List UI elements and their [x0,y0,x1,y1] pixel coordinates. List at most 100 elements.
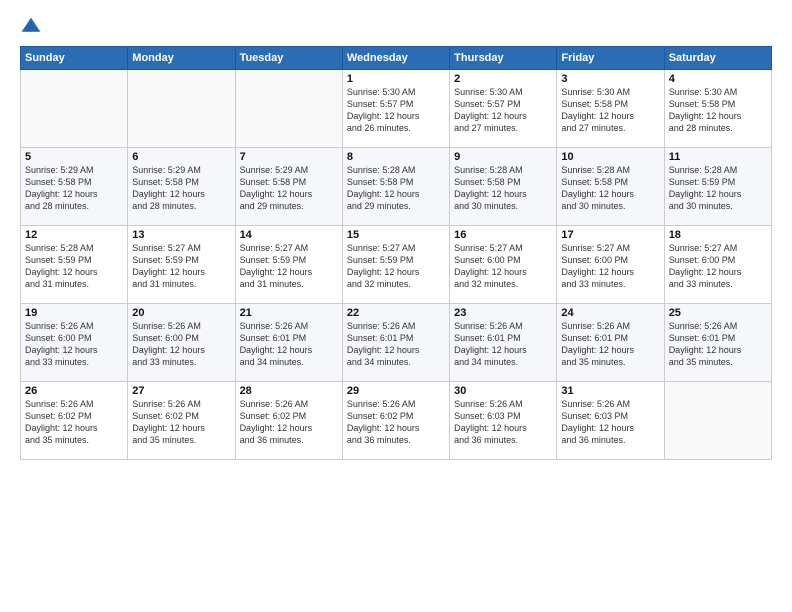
day-info: Sunrise: 5:26 AM Sunset: 6:02 PM Dayligh… [132,398,230,447]
calendar-cell: 4Sunrise: 5:30 AM Sunset: 5:58 PM Daylig… [664,70,771,148]
day-number: 28 [240,385,338,397]
calendar-cell: 23Sunrise: 5:26 AM Sunset: 6:01 PM Dayli… [450,304,557,382]
week-row-0: 1Sunrise: 5:30 AM Sunset: 5:57 PM Daylig… [21,70,772,148]
day-number: 12 [25,229,123,241]
weekday-monday: Monday [128,47,235,70]
calendar-cell: 26Sunrise: 5:26 AM Sunset: 6:02 PM Dayli… [21,382,128,460]
day-info: Sunrise: 5:27 AM Sunset: 5:59 PM Dayligh… [132,242,230,291]
day-number: 13 [132,229,230,241]
day-info: Sunrise: 5:26 AM Sunset: 6:03 PM Dayligh… [561,398,659,447]
day-info: Sunrise: 5:30 AM Sunset: 5:58 PM Dayligh… [669,86,767,135]
day-number: 3 [561,73,659,85]
calendar-cell: 14Sunrise: 5:27 AM Sunset: 5:59 PM Dayli… [235,226,342,304]
day-info: Sunrise: 5:26 AM Sunset: 6:02 PM Dayligh… [240,398,338,447]
weekday-header-row: SundayMondayTuesdayWednesdayThursdayFrid… [21,47,772,70]
calendar-cell: 25Sunrise: 5:26 AM Sunset: 6:01 PM Dayli… [664,304,771,382]
day-number: 22 [347,307,445,319]
day-info: Sunrise: 5:27 AM Sunset: 5:59 PM Dayligh… [347,242,445,291]
calendar-cell [235,70,342,148]
week-row-4: 26Sunrise: 5:26 AM Sunset: 6:02 PM Dayli… [21,382,772,460]
day-number: 21 [240,307,338,319]
calendar-cell: 29Sunrise: 5:26 AM Sunset: 6:02 PM Dayli… [342,382,449,460]
day-number: 4 [669,73,767,85]
calendar-cell: 8Sunrise: 5:28 AM Sunset: 5:58 PM Daylig… [342,148,449,226]
day-number: 16 [454,229,552,241]
day-number: 1 [347,73,445,85]
calendar-cell: 20Sunrise: 5:26 AM Sunset: 6:00 PM Dayli… [128,304,235,382]
week-row-1: 5Sunrise: 5:29 AM Sunset: 5:58 PM Daylig… [21,148,772,226]
logo [20,16,46,38]
calendar-cell: 10Sunrise: 5:28 AM Sunset: 5:58 PM Dayli… [557,148,664,226]
day-number: 10 [561,151,659,163]
day-number: 19 [25,307,123,319]
day-info: Sunrise: 5:26 AM Sunset: 6:01 PM Dayligh… [454,320,552,369]
week-row-3: 19Sunrise: 5:26 AM Sunset: 6:00 PM Dayli… [21,304,772,382]
day-info: Sunrise: 5:28 AM Sunset: 5:58 PM Dayligh… [347,164,445,213]
calendar-table: SundayMondayTuesdayWednesdayThursdayFrid… [20,46,772,460]
weekday-wednesday: Wednesday [342,47,449,70]
day-number: 17 [561,229,659,241]
day-info: Sunrise: 5:28 AM Sunset: 5:59 PM Dayligh… [25,242,123,291]
day-info: Sunrise: 5:27 AM Sunset: 5:59 PM Dayligh… [240,242,338,291]
day-info: Sunrise: 5:27 AM Sunset: 6:00 PM Dayligh… [454,242,552,291]
weekday-tuesday: Tuesday [235,47,342,70]
day-info: Sunrise: 5:26 AM Sunset: 6:02 PM Dayligh… [25,398,123,447]
day-info: Sunrise: 5:29 AM Sunset: 5:58 PM Dayligh… [132,164,230,213]
calendar-cell: 27Sunrise: 5:26 AM Sunset: 6:02 PM Dayli… [128,382,235,460]
calendar-cell: 22Sunrise: 5:26 AM Sunset: 6:01 PM Dayli… [342,304,449,382]
day-number: 2 [454,73,552,85]
calendar-cell: 19Sunrise: 5:26 AM Sunset: 6:00 PM Dayli… [21,304,128,382]
calendar-cell: 5Sunrise: 5:29 AM Sunset: 5:58 PM Daylig… [21,148,128,226]
day-number: 20 [132,307,230,319]
calendar-cell: 16Sunrise: 5:27 AM Sunset: 6:00 PM Dayli… [450,226,557,304]
day-number: 29 [347,385,445,397]
day-info: Sunrise: 5:26 AM Sunset: 6:00 PM Dayligh… [25,320,123,369]
day-number: 5 [25,151,123,163]
week-row-2: 12Sunrise: 5:28 AM Sunset: 5:59 PM Dayli… [21,226,772,304]
day-number: 26 [25,385,123,397]
day-info: Sunrise: 5:26 AM Sunset: 6:01 PM Dayligh… [240,320,338,369]
day-number: 14 [240,229,338,241]
calendar-cell: 28Sunrise: 5:26 AM Sunset: 6:02 PM Dayli… [235,382,342,460]
day-info: Sunrise: 5:28 AM Sunset: 5:58 PM Dayligh… [454,164,552,213]
calendar-cell: 9Sunrise: 5:28 AM Sunset: 5:58 PM Daylig… [450,148,557,226]
calendar-cell [664,382,771,460]
weekday-friday: Friday [557,47,664,70]
calendar-cell [21,70,128,148]
calendar-cell: 17Sunrise: 5:27 AM Sunset: 6:00 PM Dayli… [557,226,664,304]
day-number: 8 [347,151,445,163]
day-number: 30 [454,385,552,397]
calendar-cell: 21Sunrise: 5:26 AM Sunset: 6:01 PM Dayli… [235,304,342,382]
day-number: 15 [347,229,445,241]
day-info: Sunrise: 5:29 AM Sunset: 5:58 PM Dayligh… [240,164,338,213]
page: SundayMondayTuesdayWednesdayThursdayFrid… [0,0,792,612]
day-number: 9 [454,151,552,163]
day-number: 24 [561,307,659,319]
header [20,16,772,38]
day-number: 27 [132,385,230,397]
day-number: 25 [669,307,767,319]
day-number: 6 [132,151,230,163]
calendar-cell: 13Sunrise: 5:27 AM Sunset: 5:59 PM Dayli… [128,226,235,304]
day-number: 23 [454,307,552,319]
day-info: Sunrise: 5:30 AM Sunset: 5:57 PM Dayligh… [347,86,445,135]
day-info: Sunrise: 5:26 AM Sunset: 6:03 PM Dayligh… [454,398,552,447]
day-info: Sunrise: 5:28 AM Sunset: 5:59 PM Dayligh… [669,164,767,213]
day-info: Sunrise: 5:29 AM Sunset: 5:58 PM Dayligh… [25,164,123,213]
calendar-cell: 6Sunrise: 5:29 AM Sunset: 5:58 PM Daylig… [128,148,235,226]
day-info: Sunrise: 5:26 AM Sunset: 6:01 PM Dayligh… [347,320,445,369]
day-info: Sunrise: 5:30 AM Sunset: 5:57 PM Dayligh… [454,86,552,135]
day-info: Sunrise: 5:28 AM Sunset: 5:58 PM Dayligh… [561,164,659,213]
calendar-cell: 2Sunrise: 5:30 AM Sunset: 5:57 PM Daylig… [450,70,557,148]
calendar-cell: 31Sunrise: 5:26 AM Sunset: 6:03 PM Dayli… [557,382,664,460]
calendar-cell: 24Sunrise: 5:26 AM Sunset: 6:01 PM Dayli… [557,304,664,382]
calendar-cell: 18Sunrise: 5:27 AM Sunset: 6:00 PM Dayli… [664,226,771,304]
weekday-saturday: Saturday [664,47,771,70]
calendar-cell: 12Sunrise: 5:28 AM Sunset: 5:59 PM Dayli… [21,226,128,304]
day-info: Sunrise: 5:27 AM Sunset: 6:00 PM Dayligh… [561,242,659,291]
day-info: Sunrise: 5:26 AM Sunset: 6:01 PM Dayligh… [561,320,659,369]
day-info: Sunrise: 5:26 AM Sunset: 6:02 PM Dayligh… [347,398,445,447]
calendar-cell: 30Sunrise: 5:26 AM Sunset: 6:03 PM Dayli… [450,382,557,460]
logo-icon [20,16,42,38]
day-number: 11 [669,151,767,163]
